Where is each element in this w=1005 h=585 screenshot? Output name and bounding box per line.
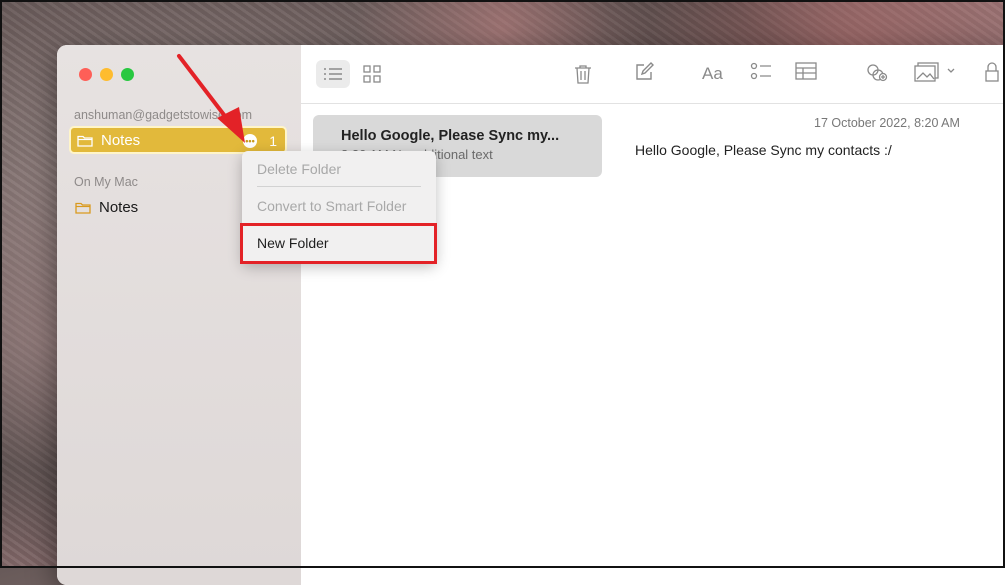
folder-label: Notes <box>101 131 141 149</box>
note-editor: Aa 17 October 2022, 8:20 AM Hello Google… <box>614 45 1005 585</box>
menu-separator <box>257 186 421 187</box>
window-controls <box>79 68 134 81</box>
folder-icon <box>77 135 93 147</box>
highlight-annotation <box>240 223 437 264</box>
list-view-icon[interactable] <box>316 60 350 88</box>
trash-icon[interactable] <box>566 60 600 88</box>
list-toolbar <box>301 45 614 104</box>
note-item-title: Hello Google, Please Sync my... <box>341 128 560 144</box>
note-body[interactable]: Hello Google, Please Sync my contacts :/ <box>635 142 892 158</box>
menu-item-convert-smart-folder[interactable]: Convert to Smart Folder <box>257 198 406 214</box>
minimize-button[interactable] <box>100 68 113 81</box>
menu-item-delete-folder[interactable]: Delete Folder <box>257 161 341 177</box>
compose-icon[interactable] <box>634 62 654 87</box>
share-link-icon[interactable] <box>866 62 888 87</box>
zoom-button[interactable] <box>121 68 134 81</box>
folder-icon <box>75 202 91 214</box>
arrow-annotation <box>177 54 245 143</box>
lock-icon[interactable] <box>985 62 999 87</box>
note-list-pane: Hello Google, Please Sync my... 8:20 AM … <box>301 45 615 585</box>
editor-toolbar: Aa <box>614 45 1005 104</box>
folder-label: Notes <box>99 198 139 216</box>
folder-count: 1 <box>269 133 277 149</box>
table-icon[interactable] <box>795 62 817 85</box>
gallery-view-icon[interactable] <box>355 60 389 88</box>
checklist-icon[interactable] <box>750 62 772 87</box>
format-icon[interactable]: Aa <box>702 64 723 84</box>
note-date: 17 October 2022, 8:20 AM <box>814 116 960 130</box>
close-button[interactable] <box>79 68 92 81</box>
media-icon[interactable] <box>914 62 956 87</box>
local-section-label: On My Mac <box>74 175 138 189</box>
